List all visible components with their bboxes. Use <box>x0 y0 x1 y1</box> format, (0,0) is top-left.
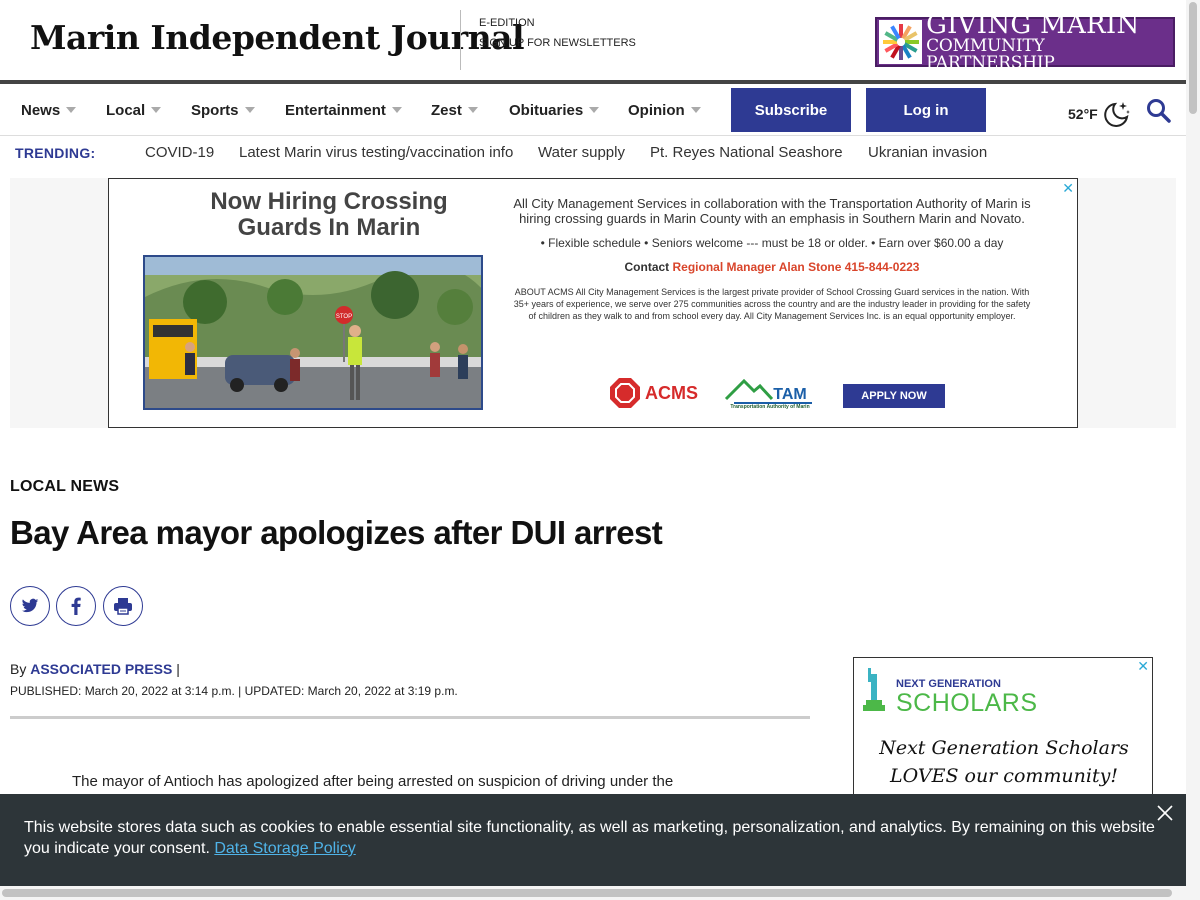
ad-about: ABOUT ACMS All City Management Services … <box>513 287 1031 321</box>
trending-link-vaccination[interactable]: Latest Marin virus testing/vaccination i… <box>239 144 513 161</box>
crossing-guard-ad[interactable]: ✕ Now Hiring Crossing Guards In Marin ST… <box>108 178 1078 428</box>
cookie-banner: This website stores data such as cookies… <box>0 794 1186 886</box>
nav-item-label: Local <box>106 102 146 119</box>
scholars-tagline: Next Generation Scholars LOVES our commu… <box>854 734 1152 790</box>
published-date: PUBLISHED: March 20, 2022 at 3:14 p.m. |… <box>10 684 458 698</box>
nav-item-label: Obituaries <box>509 102 584 119</box>
share-twitter-button[interactable] <box>10 586 50 626</box>
cookie-text: This website stores data such as cookies… <box>24 819 1155 857</box>
scholars-tagline-line2: LOVES our community! <box>890 765 1118 787</box>
trending-link-ukraine[interactable]: Ukranian invasion <box>868 144 987 161</box>
nav-item-label: News <box>21 102 61 119</box>
nav-item-label: Opinion <box>628 102 685 119</box>
nav-item-obituaries[interactable]: Obituaries <box>509 102 600 119</box>
tam-logo: TAM Transportation Authority of Marin <box>724 377 816 413</box>
header-links: E-EDITION SIGN UP FOR NEWSLETTERS <box>479 13 636 53</box>
giving-marin-title: GIVING MARIN <box>926 10 1140 40</box>
chevron-down-icon <box>244 107 255 113</box>
site-header: Marin Independent Journal E-EDITION SIGN… <box>0 0 1186 80</box>
giving-marin-text: GIVING MARIN COMMUNITY PARTNERSHIP <box>922 12 1173 72</box>
tam-subtitle: Transportation Authority of Marin <box>730 404 810 410</box>
chevron-down-icon <box>690 107 701 113</box>
nav-item-news[interactable]: News <box>21 102 77 119</box>
chevron-down-icon <box>66 107 77 113</box>
byline: By ASSOCIATED PRESS | <box>10 661 180 677</box>
newsletter-signup-link[interactable]: SIGN UP FOR NEWSLETTERS <box>479 33 636 53</box>
acms-octagon-icon <box>610 378 640 408</box>
section-label[interactable]: LOCAL NEWS <box>10 478 119 496</box>
ad-contact: Contact Regional Manager Alan Stone 415-… <box>509 260 1035 274</box>
header-divider <box>460 10 461 70</box>
giving-marin-logo-icon <box>879 20 923 64</box>
scholars-tagline-line1: Next Generation Scholars <box>879 737 1129 759</box>
close-icon[interactable] <box>1156 804 1174 822</box>
article-divider <box>10 716 810 719</box>
giving-marin-subtitle: COMMUNITY PARTNERSHIP <box>926 36 1055 73</box>
trending-bar: TRENDING: COVID-19 Latest Marin virus te… <box>0 137 1186 171</box>
nav-item-opinion[interactable]: Opinion <box>628 102 701 119</box>
temperature: 52°F <box>1068 106 1098 122</box>
ad-bullets: • Flexible schedule • Seniors welcome --… <box>540 236 1004 250</box>
ad-crossing-guard-photo: STOP <box>143 255 483 410</box>
nav-item-entertainment[interactable]: Entertainment <box>285 102 402 119</box>
nav-item-label: Entertainment <box>285 102 386 119</box>
scholars-ad[interactable]: ✕ NEXT GENERATION SCHOLARS Next Generati… <box>853 657 1153 807</box>
trending-link-water-supply[interactable]: Water supply <box>538 144 625 161</box>
vertical-scrollbar[interactable] <box>1186 0 1200 900</box>
data-storage-policy-link[interactable]: Data Storage Policy <box>214 840 355 857</box>
vertical-scrollbar-thumb[interactable] <box>1189 2 1197 114</box>
nav-item-local[interactable]: Local <box>106 102 162 119</box>
byline-prefix: By <box>10 661 31 677</box>
ad-close-icon[interactable]: ✕ <box>1062 180 1074 197</box>
article-body-paragraph: The mayor of Antioch has apologized afte… <box>72 773 674 790</box>
acms-text: ACMS <box>645 382 698 403</box>
facebook-icon <box>71 597 81 615</box>
search-icon[interactable] <box>1146 98 1172 124</box>
cookie-message: This website stores data such as cookies… <box>24 817 1164 859</box>
ad-contact-name: Regional Manager Alan Stone 415-844-0223 <box>672 260 920 274</box>
login-button[interactable]: Log in <box>866 88 986 132</box>
subscribe-button[interactable]: Subscribe <box>731 88 851 132</box>
ad-headline: Now Hiring Crossing Guards In Marin <box>210 188 448 241</box>
moon-stars-icon <box>1103 102 1130 127</box>
nav-item-sports[interactable]: Sports <box>191 102 255 119</box>
tam-text: TAM <box>773 386 806 403</box>
byline-separator: | <box>172 661 180 677</box>
apply-now-button[interactable]: APPLY NOW <box>843 384 945 408</box>
site-logo[interactable]: Marin Independent Journal <box>30 18 525 57</box>
tam-mountain-icon: TAM <box>724 378 812 404</box>
e-edition-link[interactable]: E-EDITION <box>479 13 636 33</box>
trending-label: TRENDING: <box>15 145 96 161</box>
scholars-logo-line2: SCHOLARS <box>896 689 1038 717</box>
nav-item-label: Zest <box>431 102 462 119</box>
nav-item-label: Sports <box>191 102 239 119</box>
twitter-icon <box>21 598 39 613</box>
share-facebook-button[interactable] <box>56 586 96 626</box>
weather-widget[interactable]: 52°F <box>1068 100 1131 128</box>
giving-marin-banner[interactable]: GIVING MARIN COMMUNITY PARTNERSHIP <box>875 12 1175 72</box>
chevron-down-icon <box>391 107 402 113</box>
acms-logo: ACMS <box>609 377 698 409</box>
chevron-down-icon <box>467 107 478 113</box>
ad-copy: All City Management Services in collabor… <box>509 196 1035 322</box>
article-headline: Bay Area mayor apologizes after DUI arre… <box>10 514 663 551</box>
ad-contact-prefix: Contact <box>624 260 673 274</box>
stop-sign-text: STOP <box>336 314 352 320</box>
chevron-down-icon <box>589 107 600 113</box>
ad-intro: All City Management Services in collabor… <box>513 196 1031 226</box>
ad-close-icon[interactable]: ✕ <box>1137 658 1149 675</box>
trending-link-covid[interactable]: COVID-19 <box>145 144 214 161</box>
statue-logo-icon <box>863 668 885 711</box>
chevron-down-icon <box>151 107 162 113</box>
print-button[interactable] <box>103 586 143 626</box>
trending-link-point-reyes[interactable]: Pt. Reyes National Seashore <box>650 144 843 161</box>
printer-icon <box>114 598 132 615</box>
main-nav: News Local Sports Entertainment Zest Obi… <box>0 84 1186 136</box>
horizontal-scrollbar-thumb[interactable] <box>2 889 1172 897</box>
author-link[interactable]: ASSOCIATED PRESS <box>30 661 172 677</box>
nav-item-zest[interactable]: Zest <box>431 102 478 119</box>
